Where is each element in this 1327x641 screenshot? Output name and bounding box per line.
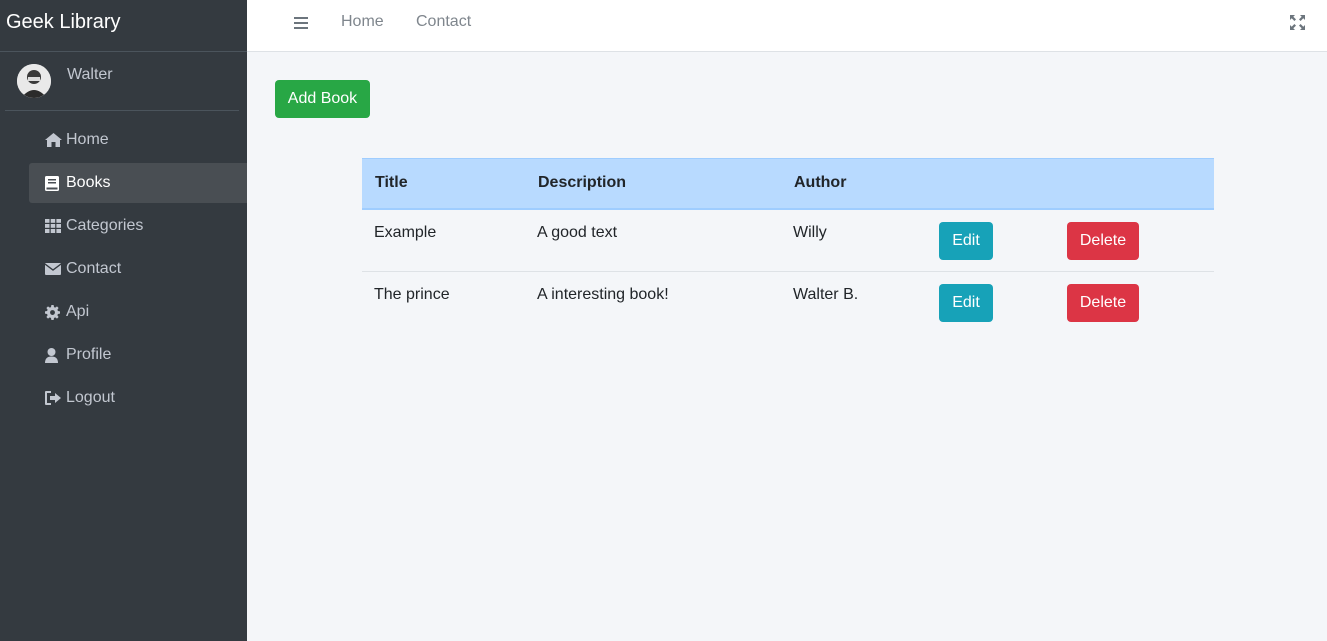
grid-icon (45, 218, 62, 234)
topnav-home-link[interactable]: Home (341, 13, 384, 31)
cell-description: A interesting book! (537, 286, 669, 303)
sidebar-item-label: Profile (66, 346, 112, 363)
envelope-icon (45, 261, 62, 277)
sidebar-item-label: Api (66, 303, 90, 320)
cell-author: Walter B. (793, 286, 859, 303)
sidebar-nav: Home Books Categories Contact Api Profil… (29, 120, 247, 421)
sidebar-item-label: Books (66, 174, 111, 191)
cell-description: A good text (537, 223, 618, 241)
cell-author: Willy (793, 223, 827, 241)
sidebar-item-categories[interactable]: Categories (29, 206, 247, 246)
sidebar-item-contact[interactable]: Contact (29, 249, 247, 289)
table-row: Example A good text Willy Edit Delete (362, 209, 1214, 272)
home-icon (45, 132, 62, 148)
sidebar-item-api[interactable]: Api (29, 292, 247, 332)
cell-edit: Edit (927, 272, 1055, 335)
topnav-contact-link[interactable]: Contact (416, 13, 471, 31)
sign-out-icon (45, 390, 62, 406)
cell-title: The prince (374, 286, 450, 303)
top-navbar: Home Contact (247, 0, 1327, 52)
sidebar-item-logout[interactable]: Logout (29, 378, 247, 418)
column-header-delete (1055, 159, 1214, 209)
table-row: The prince A interesting book! Walter B.… (362, 272, 1214, 335)
column-header-author: Author (794, 174, 847, 192)
fullscreen-icon[interactable] (1290, 15, 1305, 30)
avatar[interactable] (17, 64, 51, 98)
book-icon (45, 175, 62, 191)
delete-button[interactable]: Delete (1067, 284, 1139, 322)
sidebar-item-home[interactable]: Home (29, 120, 247, 160)
books-table: Title Description Author Example A good … (362, 158, 1214, 335)
user-name[interactable]: Walter (67, 66, 113, 84)
add-book-button[interactable]: Add Book (275, 80, 370, 118)
sidebar-item-label: Categories (66, 217, 144, 234)
menu-icon[interactable] (294, 16, 308, 30)
column-header-title: Title (375, 174, 408, 192)
brand-title[interactable]: Geek Library (0, 0, 247, 52)
edit-button[interactable]: Edit (939, 221, 993, 260)
sidebar: Geek Library Walter Home Books Categorie… (0, 0, 247, 641)
sidebar-item-profile[interactable]: Profile (29, 335, 247, 375)
cell-edit: Edit (927, 209, 1055, 272)
user-icon (45, 347, 62, 363)
cell-title: Example (374, 223, 437, 241)
delete-button[interactable]: Delete (1067, 221, 1139, 260)
cell-delete: Delete (1055, 272, 1214, 335)
cell-delete: Delete (1055, 209, 1214, 272)
sidebar-item-label: Contact (66, 260, 122, 277)
column-header-description: Description (538, 174, 627, 192)
edit-button[interactable]: Edit (939, 284, 993, 322)
sidebar-item-books[interactable]: Books (29, 163, 247, 203)
table-header-row: Title Description Author (362, 158, 1214, 209)
sidebar-item-label: Logout (66, 389, 115, 406)
user-panel: Walter (5, 52, 239, 111)
column-header-edit (927, 159, 1055, 209)
gear-icon (45, 304, 62, 320)
sidebar-item-label: Home (66, 131, 109, 148)
